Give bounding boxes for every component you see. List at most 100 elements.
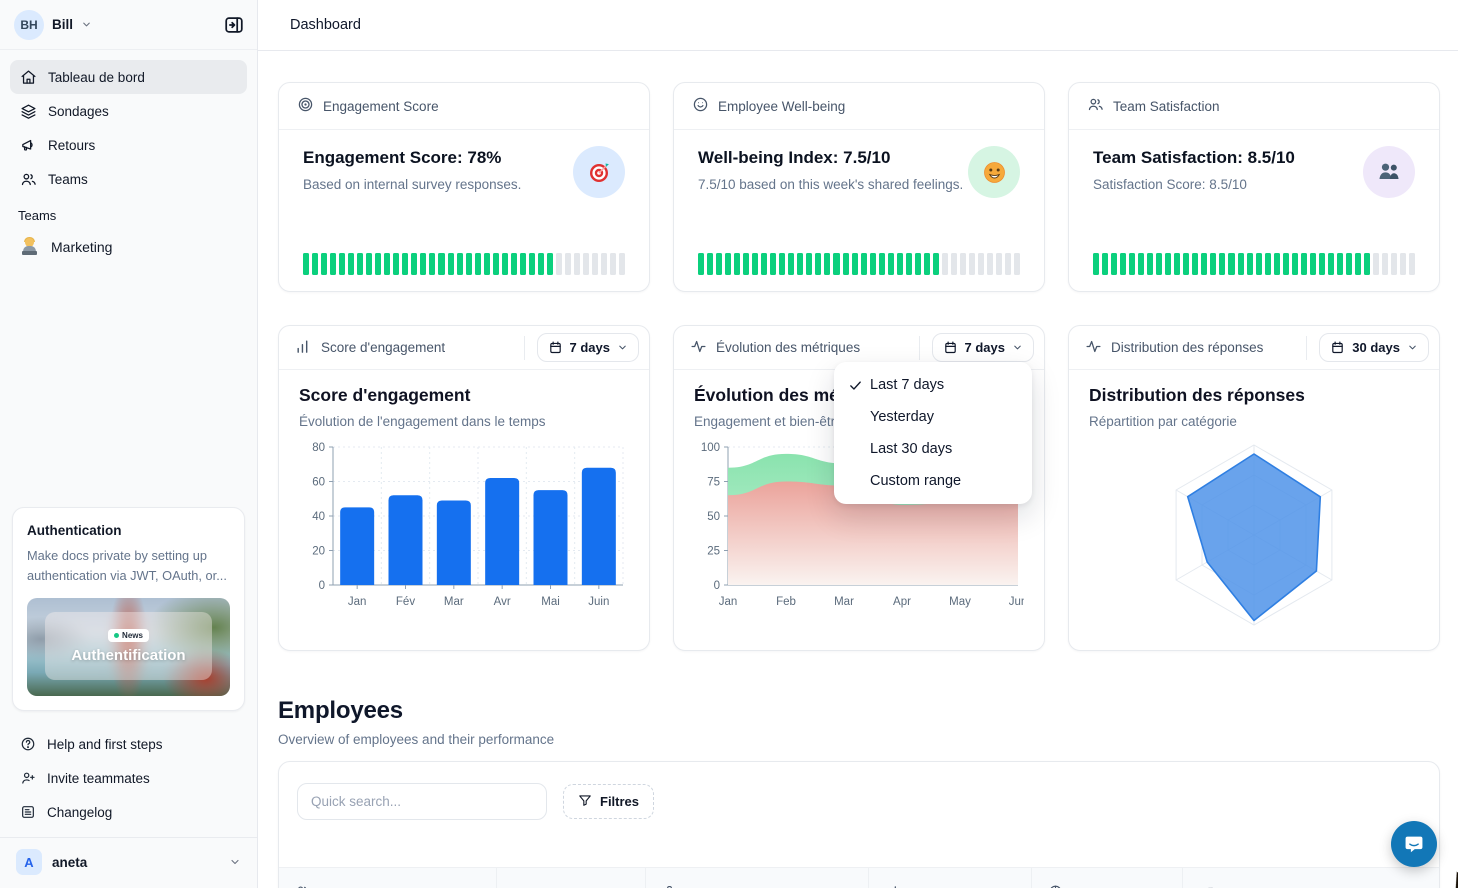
search-input[interactable]	[297, 783, 547, 820]
range-label: 7 days	[965, 340, 1005, 355]
column-header-participation[interactable]: Participation	[868, 868, 1031, 888]
chart-card-body: Distribution des réponsesRépartition par…	[1069, 370, 1439, 633]
progress-bar-segment	[843, 253, 849, 275]
progress-bar-segment	[879, 253, 885, 275]
progress-bar-segment	[1283, 253, 1289, 275]
account-row[interactable]: A aneta	[0, 838, 257, 888]
employees-section-header: Employees Overview of employees and thei…	[278, 697, 1440, 747]
workspace-switcher[interactable]: BH Bill	[0, 0, 257, 50]
progress-bar-segment	[339, 253, 345, 275]
progress-bar-segment	[1014, 253, 1020, 275]
chart-card-3: Distribution des réponses30 daysDistribu…	[1068, 325, 1440, 651]
sidebar-item-retours[interactable]: Retours	[10, 128, 247, 162]
sidebar-collapse-icon[interactable]	[223, 14, 245, 36]
progress-bar-segment	[870, 253, 876, 275]
progress-bar-segment	[547, 253, 553, 275]
svg-text:60: 60	[312, 477, 325, 489]
progress-bar-segment	[1265, 253, 1271, 275]
promo-card[interactable]: Authentication Make docs private by sett…	[12, 507, 245, 711]
promo-image[interactable]: News Authentification	[27, 598, 230, 696]
progress-bar-segment	[448, 253, 454, 275]
progress-bar-segment	[1247, 253, 1253, 275]
progress-bar-segment	[556, 253, 562, 275]
column-header-position[interactable]: Position	[645, 868, 868, 888]
filters-button[interactable]: Filtres	[563, 784, 654, 819]
progress-bar-segment	[833, 253, 839, 275]
progress-bar-segment	[1346, 253, 1352, 275]
news-badge: News	[108, 629, 149, 642]
top-header: Dashboard	[258, 0, 1458, 51]
help-circle-icon	[20, 736, 36, 752]
progress-bar-segment	[475, 253, 481, 275]
chevron-down-icon[interactable]	[229, 856, 241, 868]
progress-bar-segment	[1005, 253, 1011, 275]
calendar-icon	[943, 340, 958, 355]
progress-bar-strip	[674, 253, 1044, 291]
chevron-down-icon	[617, 342, 628, 353]
progress-bar-segment	[888, 253, 894, 275]
date-range-button[interactable]: 30 days	[1319, 333, 1429, 362]
stat-card-header-label: Team Satisfaction	[1113, 99, 1220, 114]
progress-bar-segment	[761, 253, 767, 275]
main-area: Dashboard Engagement ScoreEngagement Sco…	[258, 0, 1458, 888]
stat-card-body: Well-being Index: 7.5/107.5/10 based on …	[674, 130, 1044, 253]
progress-bar-segment	[1138, 253, 1144, 275]
chart-card-header: Score d'engagement7 days	[279, 326, 649, 370]
progress-bar-segment	[906, 253, 912, 275]
progress-bar-segment	[1192, 253, 1198, 275]
progress-bar-segment	[1219, 253, 1225, 275]
sidebar-item-label: Changelog	[47, 805, 112, 820]
stat-card-header-label: Engagement Score	[323, 99, 439, 114]
progress-bar-segment	[951, 253, 957, 275]
progress-bar-segment	[806, 253, 812, 275]
megaphone-icon	[20, 137, 37, 154]
svg-text:0: 0	[319, 580, 325, 592]
date-range-button[interactable]: 7 days	[537, 333, 639, 362]
sidebar-item-tableau-de-bord[interactable]: Tableau de bord	[10, 60, 247, 94]
chevron-down-icon[interactable]	[81, 19, 92, 30]
progress-bar-segment	[511, 253, 517, 275]
date-range-button[interactable]: 7 days	[932, 333, 1034, 362]
employees-title: Employees	[278, 697, 1440, 725]
workspace-name[interactable]: Bill	[52, 17, 73, 32]
progress-bar-segment	[1328, 253, 1334, 275]
column-header-team[interactable]: Team	[496, 868, 645, 888]
progress-bar-segment	[915, 253, 921, 275]
promo-title: Authentication	[27, 523, 230, 538]
chart-card-header: Distribution des réponses30 days	[1069, 326, 1439, 370]
column-header-performance[interactable]: Performance	[1031, 868, 1182, 888]
activity-icon	[1085, 338, 1102, 358]
menu-item-last-30-days[interactable]: Last 30 days	[834, 433, 1032, 465]
workspace-avatar[interactable]: BH	[14, 10, 44, 40]
svg-text:Feb: Feb	[776, 596, 796, 608]
users-icon	[295, 884, 310, 888]
progress-bar-segment	[924, 253, 930, 275]
column-header-tasks[interactable]: Tasks	[1182, 868, 1439, 888]
progress-bar-segment	[1201, 253, 1207, 275]
sidebar-item-teams[interactable]: Teams	[10, 162, 247, 196]
menu-item-custom-range[interactable]: Custom range	[834, 465, 1032, 497]
column-header-user[interactable]: User	[279, 868, 496, 888]
dashboard-content: Engagement Score Engagement Score: 78%Bas…	[258, 51, 1458, 888]
chat-bubble[interactable]	[1391, 821, 1437, 867]
sidebar-item-sondages[interactable]: Sondages	[10, 94, 247, 128]
progress-bar-segment	[770, 253, 776, 275]
chart-subtitle: Évolution de l'engagement dans le temps	[299, 414, 629, 429]
progress-bar-segment	[987, 253, 993, 275]
svg-text:Jun: Jun	[1009, 596, 1024, 608]
sidebar-item-help-and-first-steps[interactable]: Help and first steps	[10, 727, 247, 761]
sidebar-item-changelog[interactable]: Changelog	[10, 795, 247, 829]
stat-card-3: Team SatisfactionTeam Satisfaction: 8.5/…	[1068, 82, 1440, 292]
stat-card-body: Engagement Score: 78%Based on internal s…	[279, 130, 649, 253]
app: BH Bill Tableau de bordSondagesRetoursTe…	[0, 0, 1458, 888]
menu-item-yesterday[interactable]: Yesterday	[834, 401, 1032, 433]
menu-item-label: Last 7 days	[870, 377, 944, 393]
sidebar-team-marketing[interactable]: Marketing	[10, 229, 247, 265]
menu-item-last-7-days[interactable]: Last 7 days	[834, 369, 1032, 401]
progress-bar-segment	[375, 253, 381, 275]
chart-card-1: Score d'engagement7 daysScore d'engageme…	[278, 325, 650, 651]
sidebar-nav: Tableau de bordSondagesRetoursTeams	[0, 50, 257, 196]
progress-bar-segment	[484, 253, 490, 275]
progress-bar-segment	[824, 253, 830, 275]
sidebar-item-invite-teammates[interactable]: Invite teammates	[10, 761, 247, 795]
